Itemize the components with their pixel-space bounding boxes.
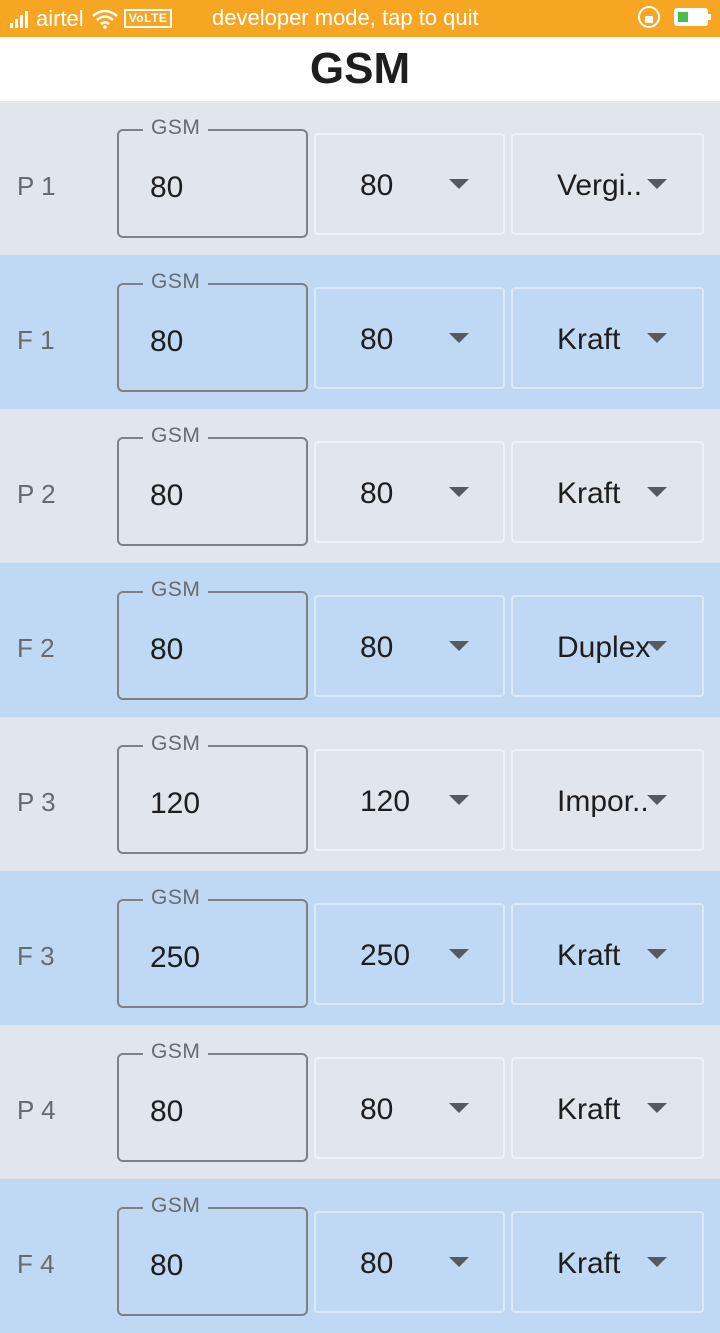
gsm-input-label: GSM (143, 116, 209, 140)
dropdown-arrow-icon (449, 949, 469, 959)
gsm-input[interactable]: GSM 80 (117, 578, 308, 700)
gsm-input[interactable]: GSM 80 (117, 270, 308, 392)
gsm-input-label: GSM (143, 578, 209, 602)
gsm-dropdown[interactable]: 80 (314, 441, 505, 543)
paper-type-value: Kraft (557, 939, 621, 972)
dropdown-arrow-icon (647, 1257, 667, 1267)
gsm-dropdown[interactable]: 250 (314, 903, 505, 1005)
volte-badge: VoLTE (123, 9, 173, 28)
dropdown-arrow-icon (647, 949, 667, 959)
dropdown-arrow-icon (449, 487, 469, 497)
row-label: F 4 (17, 1249, 55, 1279)
gsm-input-value: 80 (150, 1095, 184, 1128)
gsm-input[interactable]: GSM 80 (117, 116, 308, 238)
gsm-input-value: 80 (150, 479, 184, 512)
dropdown-arrow-icon (647, 795, 667, 805)
row-label: F 1 (17, 325, 55, 355)
row-label: P 3 (17, 787, 56, 817)
developer-mode-notice[interactable]: developer mode, tap to quit (212, 5, 479, 31)
paper-type-value: Kraft (557, 477, 621, 510)
rotation-lock-icon (638, 6, 660, 28)
gsm-dropdown[interactable]: 80 (314, 133, 505, 235)
app-bar: GSM (0, 37, 720, 101)
list-item: F 3 GSM 250 250 Kraft (0, 871, 720, 1025)
gsm-input[interactable]: GSM 250 (117, 886, 308, 1008)
gsm-dropdown[interactable]: 80 (314, 287, 505, 389)
paper-type-value: Duplex (557, 631, 651, 664)
row-label: P 1 (17, 171, 56, 201)
gsm-dropdown-value: 80 (360, 1247, 394, 1280)
gsm-list: P 1 GSM 80 80 Vergi.. F 1 GSM 80 80 Kraf… (0, 101, 720, 1333)
page-title: GSM (309, 44, 411, 93)
carrier-name: airtel (36, 5, 84, 31)
list-item: P 1 GSM 80 80 Vergi.. (0, 101, 720, 255)
paper-type-value: Kraft (557, 1093, 621, 1126)
paper-type-dropdown[interactable]: Duplex (511, 595, 704, 697)
dropdown-arrow-icon (449, 333, 469, 343)
gsm-input-label: GSM (143, 732, 209, 756)
row-label: F 3 (17, 941, 55, 971)
list-item: P 3 GSM 120 120 Impor.. (0, 717, 720, 871)
list-item: F 2 GSM 80 80 Duplex (0, 563, 720, 717)
gsm-input[interactable]: GSM 80 (117, 1040, 308, 1162)
list-item: F 1 GSM 80 80 Kraft (0, 255, 720, 409)
gsm-input-value: 80 (150, 633, 184, 666)
paper-type-dropdown[interactable]: Impor.. (511, 749, 704, 851)
dropdown-arrow-icon (647, 179, 667, 189)
paper-type-dropdown[interactable]: Kraft (511, 1057, 704, 1159)
row-label: F 2 (17, 633, 55, 663)
dropdown-arrow-icon (647, 333, 667, 343)
paper-type-value: Impor.. (557, 785, 649, 818)
paper-type-value: Kraft (557, 323, 621, 356)
gsm-input[interactable]: GSM 120 (117, 732, 308, 854)
gsm-dropdown[interactable]: 80 (314, 1057, 505, 1159)
dropdown-arrow-icon (449, 795, 469, 805)
gsm-input-label: GSM (143, 424, 209, 448)
paper-type-dropdown[interactable]: Vergi.. (511, 133, 704, 235)
gsm-dropdown[interactable]: 120 (314, 749, 505, 851)
row-label: P 2 (17, 479, 56, 509)
gsm-input-label: GSM (143, 1040, 209, 1064)
signal-icon (10, 10, 28, 28)
gsm-input[interactable]: GSM 80 (117, 424, 308, 546)
gsm-input-value: 250 (150, 941, 201, 974)
gsm-input[interactable]: GSM 80 (117, 1194, 308, 1316)
gsm-input-label: GSM (143, 1194, 209, 1218)
gsm-input-value: 80 (150, 325, 184, 358)
row-label: P 4 (17, 1095, 56, 1125)
gsm-dropdown-value: 120 (360, 785, 411, 818)
gsm-dropdown-value: 80 (360, 477, 394, 510)
gsm-input-label: GSM (143, 270, 209, 294)
gsm-dropdown-value: 250 (360, 939, 411, 972)
list-item: P 2 GSM 80 80 Kraft (0, 409, 720, 563)
list-item: P 4 GSM 80 80 Kraft (0, 1025, 720, 1179)
gsm-dropdown-value: 80 (360, 169, 394, 202)
gsm-input-label: GSM (143, 886, 209, 910)
paper-type-dropdown[interactable]: Kraft (511, 287, 704, 389)
list-item: F 4 GSM 80 80 Kraft (0, 1179, 720, 1333)
dropdown-arrow-icon (647, 1103, 667, 1113)
dropdown-arrow-icon (449, 1257, 469, 1267)
gsm-dropdown-value: 80 (360, 1093, 394, 1126)
gsm-dropdown[interactable]: 80 (314, 1211, 505, 1313)
gsm-dropdown[interactable]: 80 (314, 595, 505, 697)
dropdown-arrow-icon (647, 641, 667, 651)
gsm-input-value: 80 (150, 1249, 184, 1282)
gsm-dropdown-value: 80 (360, 631, 394, 664)
paper-type-value: Vergi.. (557, 169, 643, 202)
wifi-icon (91, 9, 118, 29)
dropdown-arrow-icon (449, 641, 469, 651)
gsm-input-value: 120 (150, 787, 201, 820)
gsm-input-value: 80 (150, 171, 184, 204)
dropdown-arrow-icon (647, 487, 667, 497)
paper-type-dropdown[interactable]: Kraft (511, 1211, 704, 1313)
status-bar: airtel VoLTE developer mode, tap to quit (0, 0, 720, 37)
paper-type-dropdown[interactable]: Kraft (511, 903, 704, 1005)
paper-type-value: Kraft (557, 1247, 621, 1280)
battery-charging-icon (674, 8, 711, 26)
dropdown-arrow-icon (449, 1103, 469, 1113)
gsm-dropdown-value: 80 (360, 323, 394, 356)
dropdown-arrow-icon (449, 179, 469, 189)
paper-type-dropdown[interactable]: Kraft (511, 441, 704, 543)
